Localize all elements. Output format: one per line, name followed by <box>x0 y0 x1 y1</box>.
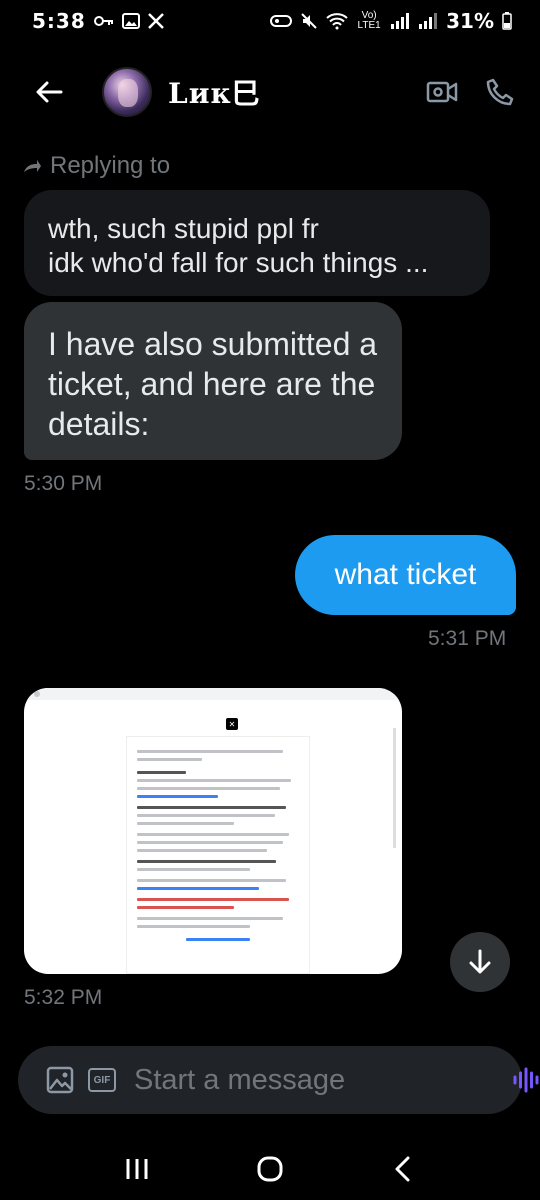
android-navigation-bar <box>0 1138 540 1200</box>
received-message[interactable]: I have also submitted a ticket, and here… <box>24 302 402 460</box>
video-camera-icon <box>426 81 458 103</box>
quoted-line-1: wth, such stupid ppl fr <box>48 213 319 244</box>
quoted-message[interactable]: wth, such stupid ppl fr idk who'd fall f… <box>24 190 490 296</box>
signal-icon <box>390 13 410 29</box>
add-gif-button[interactable]: GIF <box>88 1063 116 1097</box>
scroll-to-bottom-button[interactable] <box>450 932 510 992</box>
battery-icon <box>502 12 512 30</box>
gif-icon: GIF <box>88 1068 116 1092</box>
gallery-icon <box>121 13 140 29</box>
add-image-button[interactable] <box>46 1063 74 1097</box>
sent-message[interactable]: what ticket <box>295 535 516 615</box>
reply-arrow-icon <box>24 160 41 172</box>
screenshot-email-body <box>126 736 310 974</box>
network-label: Vo) LTE1 <box>357 10 381 31</box>
image-attachment[interactable]: ✕ <box>24 688 402 974</box>
video-call-button[interactable] <box>422 72 462 112</box>
conversation-header: Lик巳 <box>0 58 540 126</box>
mute-icon <box>300 12 318 30</box>
replying-to-label: Replying to <box>22 152 170 180</box>
phone-icon <box>486 78 514 106</box>
vpn-key-icon <box>270 14 293 28</box>
key-icon <box>93 14 114 28</box>
status-bar: 5:38 Vo) LTE1 31% <box>0 0 540 42</box>
message-composer: GIF <box>18 1046 539 1114</box>
wifi-icon <box>326 12 348 30</box>
replying-text: Replying to <box>50 152 171 179</box>
contact-avatar[interactable] <box>102 67 152 117</box>
image-timestamp: 5:32 PM <box>24 986 103 1009</box>
voice-call-button[interactable] <box>480 72 520 112</box>
signal-2-icon <box>418 13 438 29</box>
sent-timestamp: 5:31 PM <box>428 627 507 650</box>
quoted-line-2: idk who'd fall for such things ... <box>48 247 429 278</box>
battery-percent: 31% <box>446 9 494 33</box>
recent-apps-icon <box>126 1159 148 1179</box>
home-button[interactable] <box>250 1149 290 1189</box>
contact-name[interactable]: Lик巳 <box>168 72 404 112</box>
chevron-left-icon <box>395 1156 410 1182</box>
home-circle-icon <box>257 1156 283 1182</box>
recent-apps-button[interactable] <box>117 1149 157 1189</box>
screenshot-browser-bar <box>24 688 402 700</box>
status-time: 5:38 <box>32 9 86 33</box>
back-nav-button[interactable] <box>383 1149 423 1189</box>
message-input[interactable] <box>134 1063 511 1097</box>
back-button[interactable] <box>32 75 66 109</box>
arrow-left-icon <box>36 81 63 103</box>
arrow-down-icon <box>469 949 491 974</box>
x-logo-icon <box>147 13 164 29</box>
voice-message-button[interactable] <box>511 1063 540 1097</box>
voice-waveform-icon <box>513 1067 539 1093</box>
image-icon <box>46 1066 74 1094</box>
screenshot-x-logo-icon: ✕ <box>226 718 238 730</box>
screenshot-scrollbar <box>393 728 396 848</box>
received-timestamp: 5:30 PM <box>24 472 103 495</box>
